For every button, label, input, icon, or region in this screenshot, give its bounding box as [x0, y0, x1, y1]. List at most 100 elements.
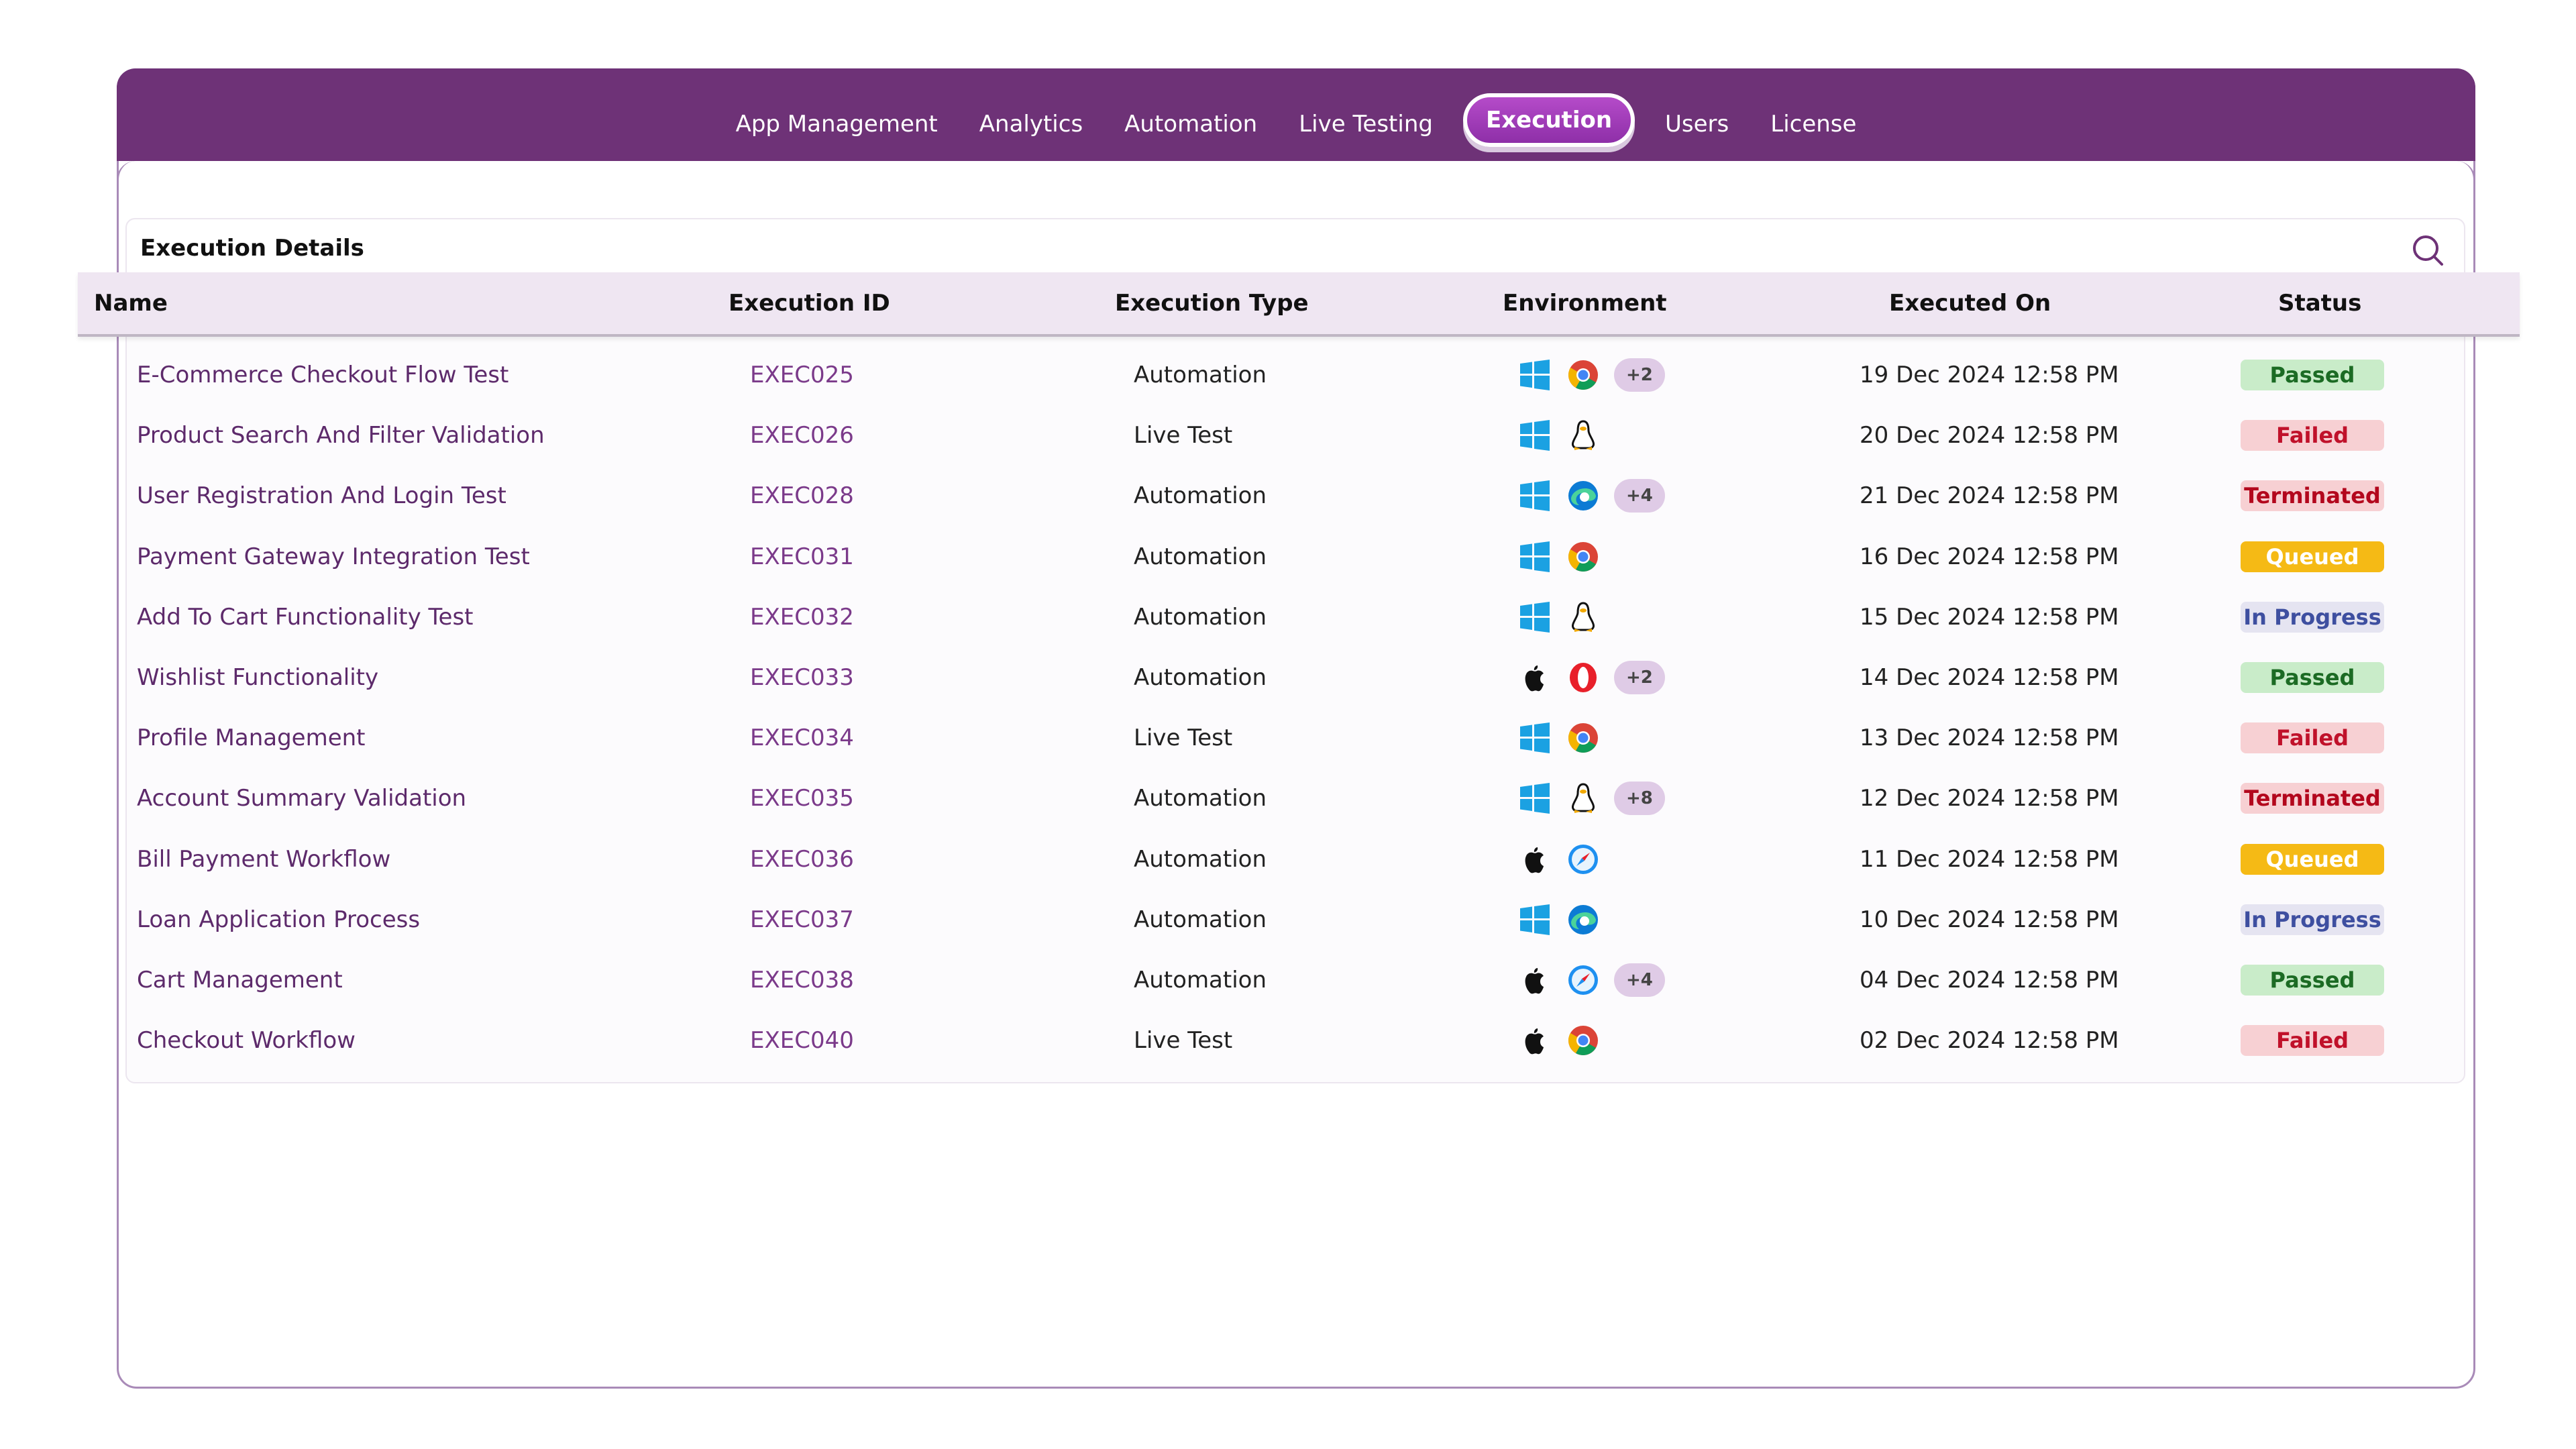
row-environment [1517, 829, 1601, 890]
more-environments-badge[interactable]: +2 [1614, 358, 1665, 392]
row-executed-on: 19 Dec 2024 12:58 PM [1860, 362, 2119, 388]
row-execution-type: Automation [1134, 785, 1267, 812]
edge-icon [1566, 478, 1601, 513]
row-execution-type: Automation [1134, 967, 1267, 994]
more-environments-badge[interactable]: +8 [1614, 782, 1665, 816]
linux-icon [1566, 781, 1601, 816]
table-row[interactable]: Bill Payment Workflow EXEC036 Automation 11… [0, 829, 2576, 890]
row-name-link[interactable]: Cart Management [137, 950, 343, 1010]
status-badge: Failed [2241, 1025, 2384, 1057]
row-status: Failed [2241, 405, 2384, 466]
row-execution-id: EXEC032 [750, 603, 854, 631]
row-status: In Progress [2241, 890, 2384, 950]
row-status: Queued [2241, 527, 2384, 587]
row-execution-type: Automation [1134, 603, 1267, 631]
more-environments-badge[interactable]: +4 [1614, 479, 1665, 513]
nav-execution[interactable]: Execution [1462, 93, 1635, 147]
row-name-link[interactable]: User Registration And Login Test [137, 466, 506, 526]
row-executed-on: 04 Dec 2024 12:58 PM [1860, 967, 2119, 994]
column-execution-type[interactable]: Execution Type [1115, 272, 1309, 334]
nav-automation[interactable]: Automation [1104, 111, 1278, 138]
row-execution-type: Automation [1134, 906, 1267, 933]
row-environment [1517, 587, 1601, 647]
row-name-link[interactable]: Loan Application Process [137, 890, 420, 950]
nav-app-management[interactable]: App Management [715, 111, 959, 138]
row-environment: +8 [1517, 768, 1665, 828]
row-name-link[interactable]: Profile Management [137, 708, 366, 768]
windows-icon [1517, 902, 1552, 937]
row-executed-on: 13 Dec 2024 12:58 PM [1860, 724, 2119, 752]
row-name-link[interactable]: Add To Cart Functionality Test [137, 587, 473, 647]
row-environment [1517, 405, 1601, 466]
row-execution-type: Automation [1134, 664, 1267, 691]
nav-license[interactable]: License [1750, 111, 1877, 138]
table-row[interactable]: E-Commerce Checkout Flow Test EXEC025 Auto… [0, 345, 2576, 405]
row-name-link[interactable]: Checkout Workflow [137, 1010, 356, 1071]
status-badge: Terminated [2241, 480, 2384, 512]
panel-header: Execution Details [127, 219, 2464, 277]
row-environment [1517, 708, 1601, 768]
row-executed-on: 15 Dec 2024 12:58 PM [1860, 603, 2119, 631]
panel-title: Execution Details [140, 235, 364, 262]
table-row[interactable]: Profile Management EXEC034 Live Test 13 Dec… [0, 708, 2576, 768]
status-badge: Passed [2241, 360, 2384, 390]
row-name-link[interactable]: Payment Gateway Integration Test [137, 527, 530, 587]
row-environment [1517, 1010, 1601, 1071]
windows-icon [1517, 539, 1552, 574]
status-badge: Failed [2241, 420, 2384, 451]
table-row[interactable]: User Registration And Login Test EXEC028 A… [0, 466, 2576, 526]
table-row[interactable]: Add To Cart Functionality Test EXEC032 Aut… [0, 587, 2576, 647]
row-executed-on: 21 Dec 2024 12:58 PM [1860, 482, 2119, 510]
nav-users[interactable]: Users [1644, 111, 1750, 138]
status-badge: Terminated [2241, 783, 2384, 814]
row-execution-id: EXEC038 [750, 967, 854, 994]
status-badge: In Progress [2241, 904, 2384, 935]
row-name-link[interactable]: E-Commerce Checkout Flow Test [137, 345, 508, 405]
row-name-link[interactable]: Wishlist Functionality [137, 647, 378, 708]
row-executed-on: 16 Dec 2024 12:58 PM [1860, 543, 2119, 570]
column-executed-on[interactable]: Executed On [1889, 272, 2051, 334]
status-badge: Passed [2241, 965, 2384, 996]
row-execution-type: Automation [1134, 482, 1267, 510]
column-status[interactable]: Status [2278, 272, 2361, 334]
row-status: Passed [2241, 950, 2384, 1010]
row-execution-type: Live Test [1134, 422, 1233, 449]
linux-icon [1566, 600, 1601, 635]
row-name-link[interactable]: Product Search And Filter Validation [137, 405, 545, 466]
top-nav-bar: App Management Analytics Automation Live… [117, 68, 2475, 161]
more-environments-badge[interactable]: +2 [1614, 661, 1665, 694]
edge-icon [1566, 902, 1601, 937]
status-badge: Queued [2241, 541, 2384, 572]
table-row[interactable]: Loan Application Process EXEC037 Automatio… [0, 890, 2576, 950]
row-name-link[interactable]: Account Summary Validation [137, 768, 466, 828]
windows-icon [1517, 600, 1552, 635]
row-executed-on: 02 Dec 2024 12:58 PM [1860, 1027, 2119, 1055]
row-environment [1517, 527, 1601, 587]
more-environments-badge[interactable]: +4 [1614, 963, 1665, 997]
table-row[interactable]: Payment Gateway Integration Test EXEC031 A… [0, 527, 2576, 587]
row-name-link[interactable]: Bill Payment Workflow [137, 829, 390, 890]
opera-icon [1566, 660, 1601, 695]
table-row[interactable]: Account Summary Validation EXEC035 Automat… [0, 768, 2576, 828]
row-status: Terminated [2241, 466, 2384, 526]
row-execution-id: EXEC034 [750, 724, 854, 752]
column-environment[interactable]: Environment [1503, 272, 1667, 334]
windows-icon [1517, 478, 1552, 513]
table-header: Name Execution ID Execution Type Environ… [78, 272, 2520, 337]
table-row[interactable]: Cart Management EXEC038 Automation +4 04 Dec… [0, 950, 2576, 1010]
column-name[interactable]: Name [94, 272, 168, 334]
row-execution-id: EXEC025 [750, 362, 854, 388]
row-environment [1517, 890, 1601, 950]
table-row[interactable]: Checkout Workflow EXEC040 Live Test 02 Dec … [0, 1010, 2576, 1071]
row-execution-id: EXEC026 [750, 422, 854, 449]
row-execution-id: EXEC028 [750, 482, 854, 510]
chrome-icon [1566, 539, 1601, 574]
table-row[interactable]: Product Search And Filter Validation EXEC… [0, 405, 2576, 466]
table-row[interactable]: Wishlist Functionality EXEC033 Automation +… [0, 647, 2576, 708]
search-icon[interactable] [2410, 233, 2445, 268]
nav-live-testing[interactable]: Live Testing [1278, 111, 1454, 138]
row-executed-on: 10 Dec 2024 12:58 PM [1860, 906, 2119, 933]
nav-analytics[interactable]: Analytics [959, 111, 1104, 138]
column-execution-id[interactable]: Execution ID [729, 272, 890, 334]
row-execution-type: Automation [1134, 543, 1267, 570]
